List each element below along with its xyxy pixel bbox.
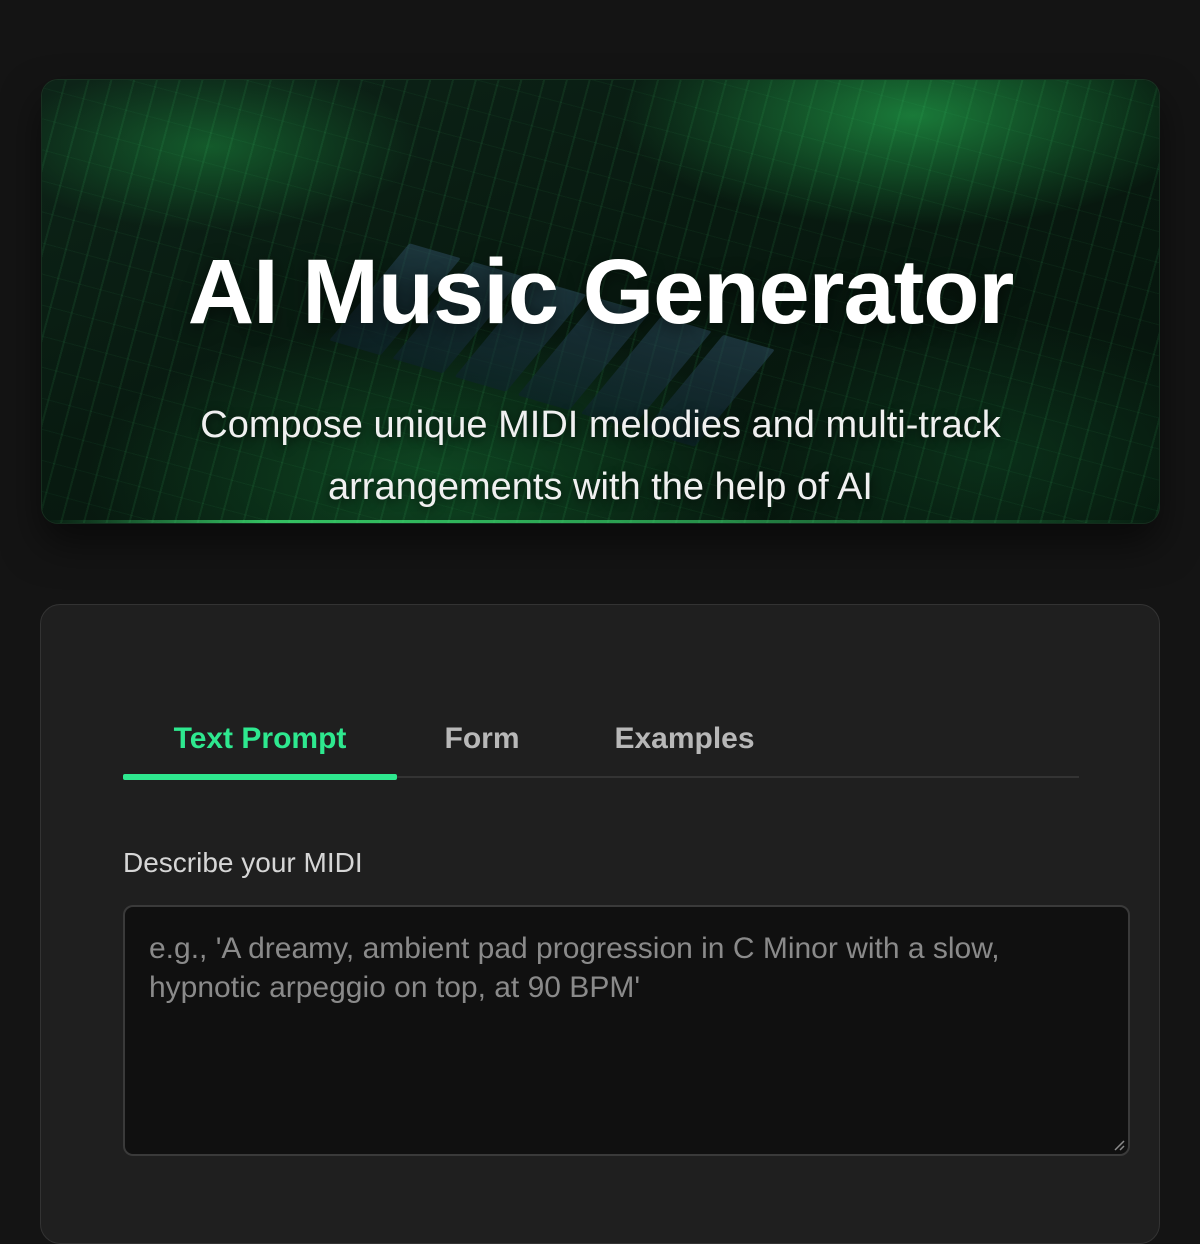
hero-banner: AI Music Generator Compose unique MIDI m… bbox=[42, 80, 1159, 523]
tab-text-prompt[interactable]: Text Prompt bbox=[123, 700, 397, 780]
generator-panel: Text Prompt Form Examples Describe your … bbox=[40, 604, 1160, 1244]
resize-handle-icon[interactable] bbox=[1113, 1139, 1125, 1151]
page-subtitle: Compose unique MIDI melodies and multi-t… bbox=[200, 404, 1001, 508]
prompt-textarea[interactable] bbox=[123, 905, 1130, 1156]
tab-examples[interactable]: Examples bbox=[567, 700, 802, 778]
page-title: AI Music Generator bbox=[187, 241, 1015, 343]
hero-glow-line bbox=[42, 520, 1159, 523]
prompt-label: Describe your MIDI bbox=[123, 847, 363, 878]
tab-form[interactable]: Form bbox=[397, 700, 567, 778]
tab-bar: Text Prompt Form Examples bbox=[123, 700, 1079, 780]
